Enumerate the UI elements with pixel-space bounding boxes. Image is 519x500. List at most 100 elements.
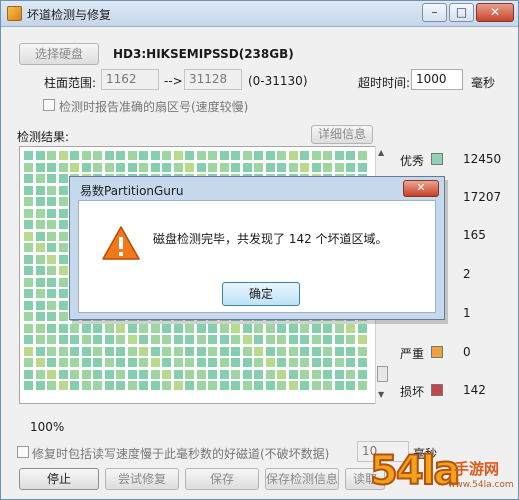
sector-block	[346, 369, 355, 379]
minimize-button[interactable]: –	[422, 3, 447, 22]
sector-block	[35, 231, 45, 241]
sector-block	[334, 358, 344, 367]
sector-block	[288, 346, 298, 356]
sector-block	[24, 323, 33, 333]
sector-block	[162, 335, 171, 344]
save-button[interactable]: 保存	[185, 468, 259, 490]
sector-block	[254, 151, 263, 160]
sector-block	[219, 369, 229, 379]
sector-block	[242, 369, 252, 379]
report-sector-checkbox[interactable]	[43, 99, 55, 111]
sector-block	[47, 174, 56, 183]
sector-block	[24, 289, 33, 298]
sector-block	[242, 381, 252, 390]
try-repair-button[interactable]: 尝试修复	[105, 468, 179, 490]
cylinder-start-field[interactable]: 1162	[101, 69, 159, 90]
sector-block	[35, 277, 45, 287]
sector-block	[104, 369, 114, 379]
maximize-button[interactable]: □	[449, 3, 474, 22]
scroll-down-icon[interactable]: ▼	[378, 390, 384, 399]
legend-count: 12450	[463, 152, 502, 166]
sector-block	[35, 369, 45, 379]
sector-block	[24, 220, 33, 229]
details-button[interactable]: 详细信息	[311, 125, 373, 144]
sector-block	[185, 358, 194, 367]
watermark-logo-text: 54la	[369, 447, 461, 495]
sector-block	[242, 335, 252, 344]
sector-block	[47, 335, 56, 344]
sector-block	[300, 323, 309, 333]
sector-block	[116, 346, 125, 356]
sector-block	[127, 369, 137, 379]
timeout-field[interactable]: 1000	[411, 69, 463, 90]
sector-block	[35, 243, 45, 252]
sector-block	[311, 358, 321, 367]
sector-block	[93, 151, 102, 160]
sector-block	[47, 197, 56, 206]
timeout-unit: 毫秒	[471, 76, 496, 90]
legend-label: 严重	[400, 347, 425, 361]
legend-label: 损坏	[400, 385, 425, 399]
sector-block	[24, 277, 33, 287]
sector-block	[47, 254, 56, 264]
sector-block	[162, 381, 171, 390]
ok-button[interactable]: 确定	[222, 282, 300, 306]
dialog-close-button[interactable]: ✕	[403, 180, 439, 197]
sector-block	[334, 151, 344, 160]
sector-block	[139, 323, 148, 333]
watermark-url: www.54la.com	[448, 480, 514, 490]
sector-block	[277, 346, 286, 356]
sector-block	[47, 312, 56, 321]
sector-block	[162, 151, 171, 160]
sector-block	[139, 358, 148, 367]
sector-block	[288, 335, 298, 344]
scroll-thumb[interactable]	[377, 366, 388, 382]
sector-block	[254, 335, 263, 344]
sector-block	[231, 346, 240, 356]
sector-block	[47, 277, 56, 287]
sector-block	[242, 162, 252, 172]
sector-block	[231, 358, 240, 367]
sector-block	[208, 335, 217, 344]
sector-block	[35, 266, 45, 275]
sector-block	[24, 381, 33, 390]
sector-block	[323, 346, 332, 356]
sector-block	[311, 162, 321, 172]
sector-block	[173, 381, 183, 390]
sector-block	[47, 220, 56, 229]
sector-block	[47, 266, 56, 275]
select-disk-button[interactable]: 选择硬盘	[19, 43, 99, 65]
sector-block	[277, 358, 286, 367]
include-slow-tracks-checkbox[interactable]	[17, 446, 29, 458]
sector-block	[288, 151, 298, 160]
sector-block	[93, 323, 102, 333]
sector-block	[24, 254, 33, 264]
sector-block	[219, 358, 229, 367]
sector-block	[58, 289, 68, 298]
sector-block	[58, 323, 68, 333]
disk-name: HD3:HIKSEMIPSSD(238GB)	[113, 47, 294, 61]
report-sector-label: 检测时报告准确的扇区号(速度较慢)	[59, 100, 249, 114]
sector-block	[47, 300, 56, 310]
sector-block	[208, 323, 217, 333]
stop-button[interactable]: 停止	[19, 468, 99, 490]
sector-block	[346, 358, 355, 367]
cylinder-end-field[interactable]: 31128	[184, 69, 242, 90]
sector-block	[254, 358, 263, 367]
sector-block	[150, 162, 160, 172]
sector-block	[70, 346, 79, 356]
sector-block	[127, 358, 137, 367]
sector-block	[265, 346, 275, 356]
sector-block	[346, 346, 355, 356]
sector-block	[357, 381, 367, 390]
sector-block	[277, 381, 286, 390]
close-button[interactable]: ✕	[476, 3, 514, 22]
save-info-button[interactable]: 保存检测信息	[265, 468, 339, 490]
sector-block	[346, 162, 355, 172]
cylinder-range-label: 柱面范围:	[44, 76, 97, 90]
sector-block	[116, 381, 125, 390]
scroll-up-icon[interactable]: ▲	[378, 148, 384, 157]
sector-block	[334, 346, 344, 356]
sector-block	[323, 381, 332, 390]
sector-block	[265, 369, 275, 379]
